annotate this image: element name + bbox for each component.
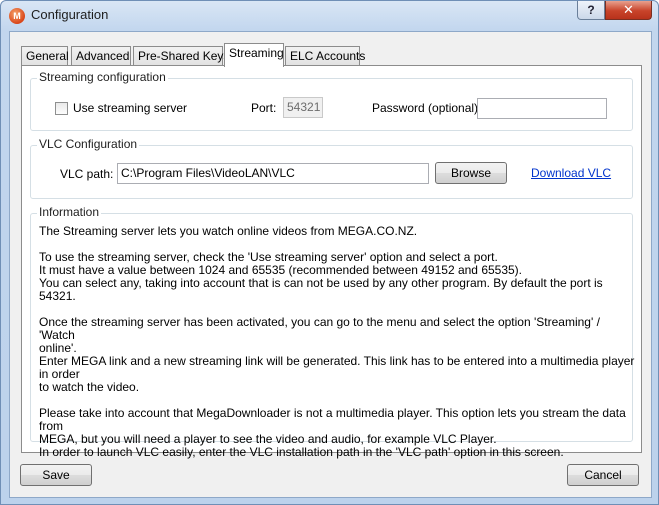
info-line: In order to launch VLC easily, enter the… [39,445,564,459]
info-paragraph: To use the streaming server, check the '… [39,251,635,303]
info-line: You can select any, taking into account … [39,276,603,303]
title-bar[interactable]: M Configuration ? ✕ [1,1,658,29]
info-paragraph: The Streaming server lets you watch onli… [39,225,635,238]
help-button[interactable]: ? [577,1,605,20]
download-vlc-link[interactable]: Download VLC [531,166,611,180]
window-title: Configuration [31,7,109,22]
info-line: Once the streaming server has been activ… [39,315,600,342]
information-group: Information The Streaming server lets yo… [30,205,634,459]
streaming-tab-panel: Streaming configuration Use streaming se… [21,65,642,459]
dialog-body: General Advanced Pre-Shared Keys Streami… [9,31,652,498]
password-field[interactable] [477,98,607,119]
vlc-configuration-title: VLC Configuration [37,137,140,151]
tab-elc-accounts[interactable]: ELC Accounts [285,46,365,66]
information-title: Information [37,205,102,219]
vlc-path-label: VLC path: [60,167,114,181]
password-label: Password (optional): [372,101,482,115]
cancel-button[interactable]: Cancel [567,464,639,486]
info-line: Enter MEGA link and a new streaming link… [39,354,635,381]
tab-streaming[interactable]: Streaming [224,43,284,67]
save-button[interactable]: Save [20,464,92,486]
use-streaming-server-checkbox[interactable] [55,102,68,115]
info-line: To use the streaming server, check the '… [39,250,498,264]
streaming-configuration-title: Streaming configuration [37,70,168,84]
port-label: Port: [251,101,277,115]
tab-advanced[interactable]: Advanced [71,46,131,66]
browse-button[interactable]: Browse [435,162,507,184]
streaming-configuration-group: Streaming configuration Use streaming se… [30,70,633,131]
info-line: MEGA, but you will need a player to see … [39,432,497,446]
information-text: The Streaming server lets you watch onli… [39,225,635,472]
info-line: It must have a value between 1024 and 65… [39,263,523,277]
configuration-window: M Configuration ? ✕ General Advanced Pre… [0,0,659,505]
info-line: to watch the video. [39,380,140,394]
close-button[interactable]: ✕ [605,1,652,20]
port-field[interactable]: 54321 [283,97,323,118]
info-paragraph: Once the streaming server has been activ… [39,316,635,394]
vlc-path-field[interactable]: C:\Program Files\VideoLAN\VLC [117,163,429,184]
tab-pre-shared-keys[interactable]: Pre-Shared Keys [133,46,229,66]
info-paragraph: Please take into account that MegaDownlo… [39,407,635,459]
mega-icon: M [9,8,25,24]
info-line: The Streaming server lets you watch onli… [39,224,418,238]
vlc-configuration-group: VLC Configuration VLC path: C:\Program F… [30,137,633,199]
use-streaming-server-label[interactable]: Use streaming server [73,101,187,115]
tab-general[interactable]: General [21,46,69,66]
info-line: online'. [39,341,77,355]
info-line: Please take into account that MegaDownlo… [39,406,626,433]
